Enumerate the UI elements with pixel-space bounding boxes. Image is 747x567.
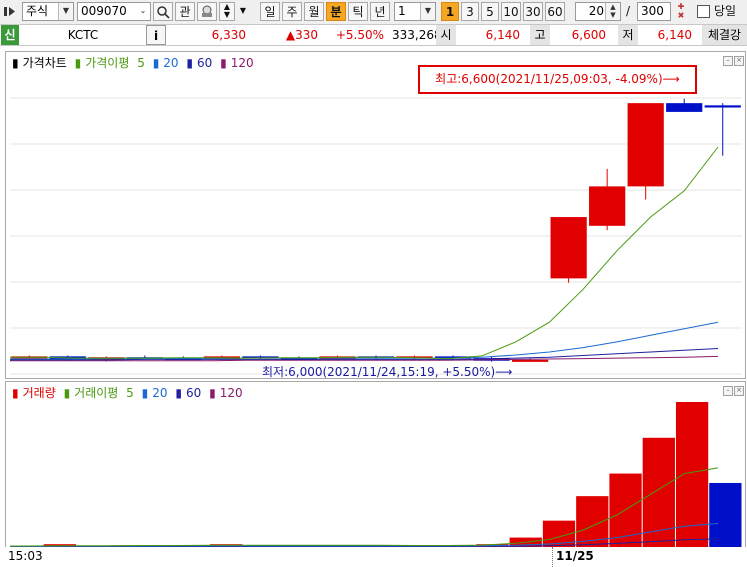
minute-10-button[interactable]: 10 xyxy=(501,2,521,21)
price-ma5-line xyxy=(10,146,719,360)
count-total-input[interactable]: 300 xyxy=(637,2,671,21)
more-dropdown-button[interactable]: ▼ xyxy=(237,2,249,21)
market-select-value: 주식 xyxy=(26,4,49,18)
chevron-down-icon[interactable]: ▼ xyxy=(58,3,73,20)
sameday-checkbox[interactable] xyxy=(697,2,711,21)
x-axis-date-divider xyxy=(552,547,554,567)
low-price: 6,140 xyxy=(657,28,692,42)
search-icon xyxy=(157,6,170,19)
period-day-button[interactable]: 일 xyxy=(260,2,280,21)
stock-code-value: 009070 xyxy=(81,4,127,18)
candle-down xyxy=(704,105,741,108)
price-change-pct: +5.50% xyxy=(335,28,384,42)
open-label: 시 xyxy=(436,25,456,45)
quote-bar: 신 KCTC i 6,330 ▲330 +5.50% 333,268 시 6,1… xyxy=(0,25,747,46)
chevron-down-icon[interactable]: ▼ xyxy=(420,3,435,20)
high-label: 고 xyxy=(530,25,550,45)
price-change: ▲330 xyxy=(285,28,318,42)
count-input-value: 20 xyxy=(588,4,604,18)
chevron-down-icon[interactable]: ⌄ xyxy=(136,3,150,20)
high-annotation: 최고:6,600(2021/11/25,09:03, -4.09%)⟶ xyxy=(435,72,680,86)
info-button[interactable]: i xyxy=(146,25,166,45)
interest-button[interactable]: 관 xyxy=(175,2,195,21)
stock-name: KCTC xyxy=(67,28,99,42)
link-icon xyxy=(202,5,212,17)
volume-bar xyxy=(709,482,742,547)
low-label: 저 xyxy=(618,25,638,45)
volume-chart-panel[interactable]: ▮ 거래량 ▮ 거래이평 5 ▮ 20 ▮ 60 ▮ 120 – × xyxy=(5,381,746,549)
current-price: 6,330 xyxy=(211,28,246,42)
count-input[interactable]: 20 ▲ ▼ xyxy=(575,2,621,21)
low-annotation: 최저:6,000(2021/11/24,15:19, +5.50%)⟶ xyxy=(262,365,513,379)
candle-up xyxy=(589,186,626,226)
panel-toggle-icon[interactable] xyxy=(4,5,16,18)
high-price: 6,600 xyxy=(571,28,606,42)
minute-60-button[interactable]: 60 xyxy=(545,2,565,21)
minute-5-button[interactable]: 5 xyxy=(481,2,499,21)
volume-chart-plot xyxy=(9,402,742,548)
candle-up xyxy=(550,217,587,279)
candle-up xyxy=(511,359,549,362)
stepper-button[interactable]: ▲ ▼ xyxy=(219,2,235,21)
spin-icon[interactable]: ▲ ▼ xyxy=(605,3,620,20)
minute-3-button[interactable]: 3 xyxy=(461,2,479,21)
credit-tag: 신 xyxy=(1,25,19,45)
minute-30-button[interactable]: 30 xyxy=(523,2,543,21)
open-price: 6,140 xyxy=(485,28,520,42)
x-axis-date-label: 11/25 xyxy=(556,549,594,563)
minute-1-button[interactable]: 1 xyxy=(441,2,459,21)
period-month-button[interactable]: 월 xyxy=(304,2,324,21)
interval-select[interactable]: 1 ▼ xyxy=(394,2,436,21)
price-chart-panel[interactable]: ▮ 가격차트 ▮ 가격이평 5 ▮ 20 ▮ 60 ▮ 120 – × 최고:6,600(… xyxy=(5,51,746,379)
candle-up xyxy=(627,103,664,187)
x-axis: 15:03 11/25 xyxy=(0,547,747,567)
interval-select-value: 1 xyxy=(398,4,406,18)
price-chart-plot xyxy=(10,97,742,375)
candle-down xyxy=(666,103,703,112)
search-button[interactable] xyxy=(153,2,173,21)
period-week-button[interactable]: 주 xyxy=(282,2,302,21)
count-separator: / xyxy=(625,4,631,18)
period-tick-button[interactable]: 틱 xyxy=(348,2,368,21)
trade-volume: 333,268 xyxy=(392,28,442,42)
x-axis-left-label: 15:03 xyxy=(8,549,43,563)
sameday-label: 당일 xyxy=(714,4,737,18)
toolbar: 주식 ▼ 009070 ⌄ 관 ▲ ▼ ▼ 일 주 월 분 틱 년 1 ▼ 1 3… xyxy=(0,0,747,25)
stock-code-input[interactable]: 009070 ⌄ xyxy=(77,2,151,21)
count-total-value: 300 xyxy=(641,4,664,18)
trade-strength-label: 체결강 xyxy=(702,25,747,45)
period-minute-button[interactable]: 분 xyxy=(326,2,346,21)
period-year-button[interactable]: 년 xyxy=(370,2,390,21)
zoom-stepper-icon[interactable]: ✚ ✖ xyxy=(673,2,689,21)
market-select[interactable]: 주식 ▼ xyxy=(22,2,74,21)
link-button[interactable] xyxy=(197,2,217,21)
